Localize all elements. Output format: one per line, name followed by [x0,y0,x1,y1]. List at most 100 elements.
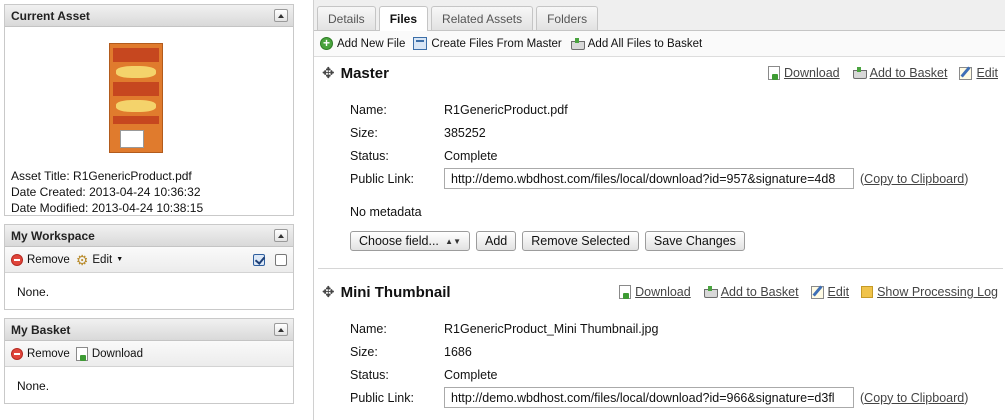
collapse-workspace-button[interactable] [274,229,288,242]
no-metadata-text: No metadata [350,204,422,219]
asset-thumbnail[interactable] [109,43,163,153]
select-all-checkbox[interactable] [253,253,265,266]
master-add-to-basket-label: Add to Basket [869,66,948,80]
create-files-from-master-button[interactable]: Create Files From Master [413,37,562,50]
basket-download-button[interactable]: Download [75,346,143,361]
remove-selected-button[interactable]: Remove Selected [522,231,639,251]
chevron-up-icon [278,13,284,18]
master-public-link-input[interactable]: http://demo.wbdhost.com/files/local/down… [444,168,854,189]
mini-edit-label: Edit [827,285,850,299]
master-status-value: Complete [444,148,498,163]
mini-copy-to-clipboard-link[interactable]: Copy to Clipboard [864,391,964,405]
mini-name-row: Name: R1GenericProduct_Mini Thumbnail.jp… [314,317,1006,340]
size-label: Size: [350,344,378,359]
date-created-label: Date Created: [11,185,86,199]
master-no-metadata: No metadata [314,200,1006,223]
choose-field-select[interactable]: Choose field... ▲▼ [350,231,470,251]
collapse-basket-button[interactable] [274,323,288,336]
mini-public-link-input[interactable]: http://demo.wbdhost.com/files/local/down… [444,387,854,408]
log-icon [861,286,874,298]
master-copy-wrapper: (Copy to Clipboard) [860,172,968,186]
mini-size-row: Size: 1686 [314,340,1006,363]
master-edit-label: Edit [976,66,998,80]
status-label: Status: [350,148,389,163]
basket-icon [570,37,585,50]
tab-bar: Details Files Related Assets Folders [314,0,1005,31]
master-public-link-row: Public Link: http://demo.wbdhost.com/fil… [314,167,1006,190]
chevron-up-icon [278,327,284,332]
asset-meta: Asset Title: R1GenericProduct.pdf Date C… [11,168,203,216]
basket-empty-text: None. [17,379,50,393]
mini-download-link[interactable]: Download [619,285,691,299]
show-processing-log-label: Show Processing Log [877,285,998,299]
edit-icon [959,66,973,80]
thumbnail-band [113,82,159,96]
add-field-button[interactable]: Add [476,231,517,251]
date-modified-row: Date Modified: 2013-04-24 10:38:15 [11,200,203,216]
create-files-label: Create Files From Master [431,37,562,50]
master-actions: Download Add to Basket Edit [768,66,998,80]
download-icon [75,346,88,361]
drag-handle-icon[interactable]: ✥ [322,285,335,300]
tab-folders[interactable]: Folders [536,6,599,30]
basket-title: My Basket [11,322,71,337]
master-copy-to-clipboard-link[interactable]: Copy to Clipboard [864,172,964,186]
status-label: Status: [350,367,389,382]
basket-icon [703,286,718,298]
mini-public-link-row: Public Link: http://demo.wbdhost.com/fil… [314,386,1006,409]
files-icon [413,37,428,50]
public-link-label: Public Link: [350,171,414,186]
add-new-file-label: Add New File [337,37,406,50]
add-all-to-basket-label: Add All Files to Basket [587,37,703,50]
mini-edit-link[interactable]: Edit [810,285,850,299]
show-processing-log-link[interactable]: Show Processing Log [861,285,998,299]
workspace-remove-label: Remove [27,253,70,266]
select-none-checkbox[interactable] [275,253,287,266]
mini-status-value: Complete [444,367,498,382]
mini-thumbnail-header: ✥ Mini Thumbnail Download Add to Basket … [314,277,1006,307]
tab-files[interactable]: Files [378,6,429,31]
date-created-value: 2013-04-24 10:36:32 [89,185,201,199]
add-new-file-button[interactable]: + Add New File [320,37,405,50]
download-icon [768,66,781,80]
files-toolbar: + Add New File Create Files From Master … [314,31,1005,57]
workspace-empty-text: None. [17,285,50,299]
gear-icon: ⚙ [75,251,89,268]
add-icon: + [320,37,333,50]
edit-icon [810,285,824,299]
thumbnail-food [116,100,156,112]
master-download-link[interactable]: Download [768,66,840,80]
master-size-value: 385252 [444,125,486,140]
workspace-title: My Workspace [11,228,95,243]
asset-title-label: Asset Title: [11,169,70,183]
basket-remove-label: Remove [27,347,70,360]
drag-handle-icon[interactable]: ✥ [322,66,335,81]
save-changes-button[interactable]: Save Changes [644,231,745,251]
mini-download-label: Download [635,285,691,299]
mini-thumbnail-file-section: ✥ Mini Thumbnail Download Add to Basket … [314,277,1006,409]
master-edit-link[interactable]: Edit [959,66,998,80]
tab-related-assets[interactable]: Related Assets [431,6,534,30]
copy-paren-close: ) [964,390,969,405]
mini-copy-wrapper: (Copy to Clipboard) [860,391,968,405]
workspace-edit-button[interactable]: ⚙ Edit ▼ [76,253,123,267]
master-download-label: Download [784,66,840,80]
basket-remove-button[interactable]: Remove [11,347,70,360]
workspace-panel: My Workspace Remove ⚙ Edit ▼ None. [4,224,294,310]
date-created-row: Date Created: 2013-04-24 10:36:32 [11,184,203,200]
current-asset-panel: Current Asset Asset Title: R1GenericProd… [4,4,294,216]
size-label: Size: [350,125,378,140]
master-file-section: ✥ Master Download Add to Basket Edit Nam… [314,58,1006,251]
master-name-row: Name: R1GenericProduct.pdf [314,98,1006,121]
workspace-remove-button[interactable]: Remove [11,253,70,266]
tab-details[interactable]: Details [317,6,376,30]
mini-thumbnail-title: Mini Thumbnail [340,283,451,301]
master-title: Master [340,64,389,82]
mini-add-to-basket-link[interactable]: Add to Basket [703,285,799,299]
master-add-to-basket-link[interactable]: Add to Basket [852,66,948,80]
date-modified-value: 2013-04-24 10:38:15 [91,201,204,215]
collapse-current-asset-button[interactable] [274,9,288,22]
master-status-row: Status: Complete [314,144,1006,167]
add-all-to-basket-button[interactable]: Add All Files to Basket [570,37,703,50]
thumbnail-band [113,48,159,62]
